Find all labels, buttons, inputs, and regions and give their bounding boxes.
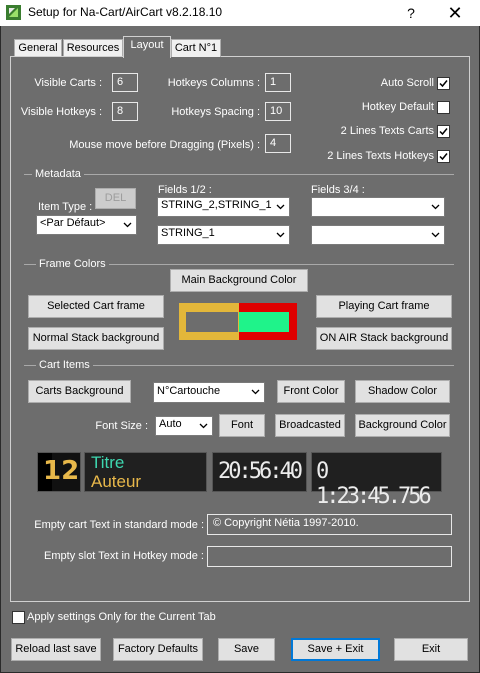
- apply-only-checkbox[interactable]: [12, 611, 25, 624]
- hotkey-default-checkbox[interactable]: [437, 101, 450, 114]
- tab-layout[interactable]: Layout: [123, 36, 171, 58]
- cart-text-display: Titre Auteur: [84, 452, 207, 492]
- field2-select[interactable]: STRING_1: [157, 225, 290, 245]
- hotkeys-columns-field[interactable]: 1: [265, 73, 291, 92]
- field3-select[interactable]: [311, 197, 445, 217]
- del-button[interactable]: DEL: [95, 188, 136, 209]
- item-type-value: <Par Défaut>: [40, 217, 106, 229]
- main-background-color-button[interactable]: Main Background Color: [170, 269, 308, 292]
- cart-number-display: 12: [37, 452, 81, 492]
- tab-resources[interactable]: Resources: [63, 39, 123, 57]
- cart-author-text: Auteur: [91, 472, 142, 491]
- frame-colors-group-title: Frame Colors: [36, 258, 109, 270]
- fields34-label: Fields 3/4 :: [311, 184, 365, 196]
- counter-time: 0 1:23:45.756: [316, 459, 432, 509]
- background-color-button[interactable]: Background Color: [355, 414, 450, 437]
- carts-background-button[interactable]: Carts Background: [28, 380, 131, 403]
- item-type-label: Item Type :: [38, 201, 93, 213]
- shadow-color-button[interactable]: Shadow Color: [355, 380, 450, 403]
- font-size-label: Font Size :: [95, 420, 148, 432]
- selected-cart-frame-button[interactable]: Selected Cart frame: [28, 295, 164, 318]
- exit-button[interactable]: Exit: [394, 638, 468, 661]
- counter-display: 0 1:23:45.756: [311, 452, 442, 509]
- chevron-down-icon: [249, 385, 262, 399]
- chevron-down-icon: [121, 218, 134, 232]
- mouse-move-label: Mouse move before Dragging (Pixels) :: [69, 139, 260, 151]
- two-lines-hotkeys-checkbox[interactable]: [437, 150, 450, 163]
- field1-select[interactable]: STRING_2,STRING_1: [157, 197, 290, 217]
- metadata-group-line: [24, 174, 454, 175]
- two-lines-carts-label: 2 Lines Texts Carts: [340, 125, 434, 137]
- front-color-button[interactable]: Front Color: [277, 380, 345, 403]
- chevron-down-icon: [197, 419, 210, 433]
- broadcasted-button[interactable]: Broadcasted: [275, 414, 345, 437]
- app-icon: [6, 5, 21, 20]
- two-lines-carts-checkbox[interactable]: [437, 125, 450, 138]
- onair-stack-background-button[interactable]: ON AIR Stack background: [316, 327, 452, 350]
- font-size-select[interactable]: Auto: [155, 416, 213, 436]
- onair-stack-swatch: [239, 312, 289, 332]
- field1-value: STRING_2,STRING_1: [161, 199, 272, 211]
- cartouche-value: N°Cartouche: [157, 385, 221, 397]
- hotkeys-spacing-label: Hotkeys Spacing :: [171, 106, 260, 118]
- cart-title-text: Titre: [91, 453, 125, 472]
- chevron-down-icon: [429, 228, 442, 242]
- visible-carts-field[interactable]: 6: [112, 73, 138, 92]
- hotkeys-spacing-field[interactable]: 10: [265, 102, 291, 121]
- auto-scroll-label: Auto Scroll: [380, 77, 434, 89]
- playing-cart-frame-button[interactable]: Playing Cart frame: [316, 295, 452, 318]
- clock-display: 20:56:40: [212, 452, 307, 492]
- cart-items-group-title: Cart Items: [36, 359, 93, 371]
- cartouche-select[interactable]: N°Cartouche: [153, 382, 265, 403]
- hotkeys-columns-label: Hotkeys Columns :: [167, 77, 260, 89]
- hotkey-default-label: Hotkey Default: [361, 101, 434, 113]
- fields12-label: Fields 1/2 :: [158, 184, 212, 196]
- frame-color-preview: [179, 303, 297, 340]
- close-button[interactable]: ✕: [440, 2, 470, 24]
- chevron-down-icon: [274, 228, 287, 242]
- font-size-value: Auto: [159, 418, 182, 430]
- metadata-group-title: Metadata: [32, 168, 84, 180]
- chevron-down-icon: [274, 200, 287, 214]
- window-title: Setup for Na-Cart/AirCart v8.2.18.10: [28, 5, 223, 19]
- help-button[interactable]: ?: [400, 2, 422, 24]
- normal-stack-background-button[interactable]: Normal Stack background: [28, 327, 164, 350]
- reload-last-save-button[interactable]: Reload last save: [11, 638, 101, 661]
- visible-hotkeys-label: Visible Hotkeys :: [20, 106, 102, 118]
- empty-slot-text-field[interactable]: [207, 546, 452, 567]
- empty-cart-text-field[interactable]: © Copyright Nétia 1997-2010.: [207, 514, 452, 535]
- mouse-move-field[interactable]: 4: [265, 134, 291, 153]
- font-button[interactable]: Font: [219, 414, 265, 437]
- chevron-down-icon: [429, 200, 442, 214]
- tab-cart-1[interactable]: Cart N°1: [171, 39, 221, 57]
- apply-only-label: Apply settings Only for the Current Tab: [27, 611, 216, 623]
- auto-scroll-checkbox[interactable]: [437, 77, 450, 90]
- empty-slot-text-label: Empty slot Text in Hotkey mode :: [44, 550, 204, 562]
- cart-number: 12: [43, 456, 80, 486]
- factory-defaults-button[interactable]: Factory Defaults: [113, 638, 203, 661]
- save-button[interactable]: Save: [218, 638, 275, 661]
- two-lines-hotkeys-label: 2 Lines Texts Hotkeys: [327, 150, 434, 162]
- clock-time: 20:56:40: [218, 459, 303, 484]
- normal-stack-swatch: [186, 312, 238, 332]
- empty-cart-text-label: Empty cart Text in standard mode :: [34, 519, 204, 531]
- tab-general[interactable]: General: [14, 39, 62, 57]
- visible-carts-label: Visible Carts :: [34, 77, 102, 89]
- visible-hotkeys-field[interactable]: 8: [112, 102, 138, 121]
- field2-value: STRING_1: [161, 227, 215, 239]
- save-exit-button[interactable]: Save + Exit: [291, 638, 380, 661]
- field4-select[interactable]: [311, 225, 445, 245]
- item-type-select[interactable]: <Par Défaut>: [36, 215, 137, 235]
